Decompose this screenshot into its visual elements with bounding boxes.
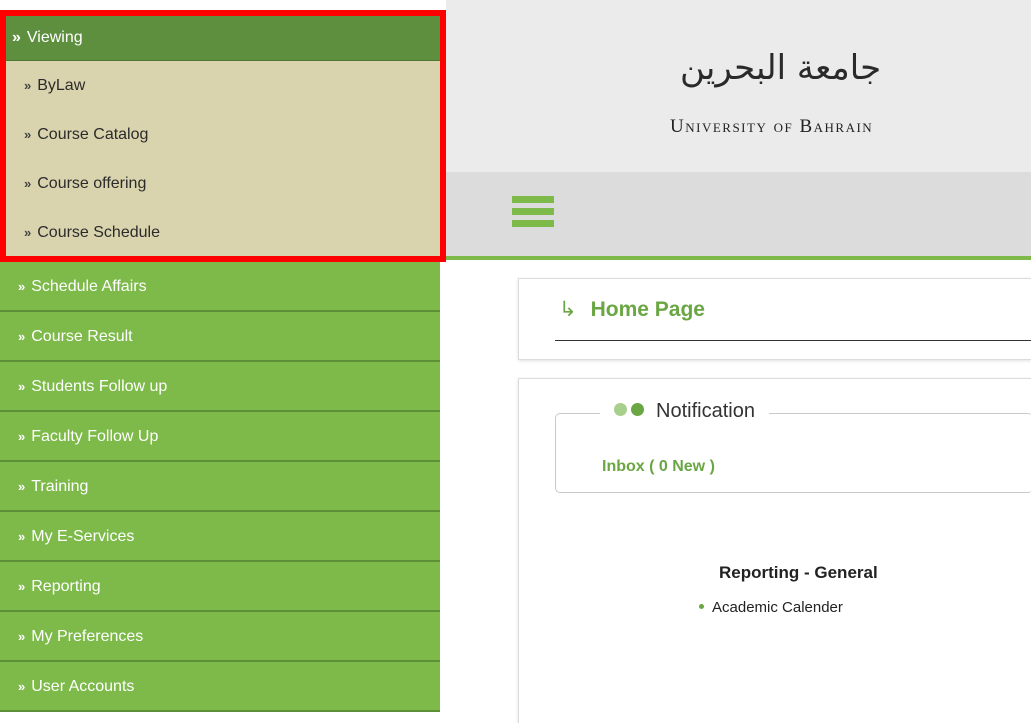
menu-item-viewing[interactable]: » Viewing [6,16,440,61]
university-logo-english[interactable]: University of Bahrain [670,116,873,138]
menu-item-schedule-affairs[interactable]: » Schedule Affairs [0,262,440,312]
dot-light-icon [614,403,627,416]
submenu-item-label: Course Catalog [37,126,149,143]
double-chevron-icon: » [24,127,32,142]
double-chevron-icon: » [18,429,26,444]
double-chevron-icon: » [18,279,26,294]
double-chevron-icon: » [18,379,26,394]
dot-dark-icon [631,403,644,416]
menu-item-label: My Preferences [31,628,144,645]
submenu-item-label: Course Schedule [37,224,160,241]
double-chevron-icon: » [24,176,32,191]
submenu-item-course-schedule[interactable]: » Course Schedule [6,208,440,257]
return-arrow-icon: ↳ [559,298,577,321]
menu-item-label: Reporting [31,578,101,595]
menu-item-training[interactable]: » Training [0,462,440,512]
home-page-panel: ↳ Home Page [518,278,1031,360]
menu-item-user-accounts[interactable]: » User Accounts [0,662,440,712]
double-chevron-icon: » [18,629,26,644]
top-navbar [446,172,1031,260]
menu-item-label: Training [31,478,89,495]
page-title-label: Home Page [590,298,705,321]
report-link-academic-calender[interactable]: Academic Calender [699,599,843,616]
double-chevron-icon: » [18,679,26,694]
menu-item-faculty-follow-up[interactable]: » Faculty Follow Up [0,412,440,462]
main-menu: » Schedule Affairs » Course Result » Studen… [0,262,440,712]
submenu-item-label: Course offering [37,175,147,192]
notification-legend: Notification [600,400,769,423]
viewing-menu-group: » Viewing » ByLaw » Course Catalog » Course … [0,10,446,262]
double-chevron-icon: » [18,529,26,544]
submenu-item-label: ByLaw [37,77,86,94]
double-chevron-icon: » [24,225,32,240]
double-chevron-icon: » [18,479,26,494]
menu-item-label: Course Result [31,328,133,345]
reporting-section-title: Reporting - General [719,563,878,582]
menu-item-label: Faculty Follow Up [31,428,159,445]
menu-item-label: User Accounts [31,678,135,695]
menu-item-my-e-services[interactable]: » My E-Services [0,512,440,562]
menu-item-reporting[interactable]: » Reporting [0,562,440,612]
menu-item-students-follow-up[interactable]: » Students Follow up [0,362,440,412]
menu-item-course-result[interactable]: » Course Result [0,312,440,362]
sidebar: » Viewing » ByLaw » Course Catalog » Course … [0,0,446,723]
main-content-panel: Notification Inbox ( 0 New ) Reporting -… [518,378,1031,723]
hamburger-menu-icon[interactable] [512,196,554,232]
menu-item-my-preferences[interactable]: » My Preferences [0,612,440,662]
submenu-item-course-catalog[interactable]: » Course Catalog [6,110,440,159]
double-chevron-icon: » [24,78,32,93]
submenu-item-course-offering[interactable]: » Course offering [6,159,440,208]
double-chevron-icon: » [18,329,26,344]
menu-item-label: Viewing [26,29,83,46]
menu-item-label: Schedule Affairs [31,278,147,295]
report-link-label: Academic Calender [712,599,843,616]
bullet-icon [699,604,704,609]
submenu-item-bylaw[interactable]: » ByLaw [6,61,440,110]
notification-box: Notification Inbox ( 0 New ) [555,400,1031,493]
double-chevron-icon: » [18,579,26,594]
menu-item-label: My E-Services [31,528,135,545]
university-logo-arabic[interactable]: جامعة البحرين [680,48,881,88]
page-title: ↳ Home Page [559,297,705,322]
double-chevron-icon: » [12,29,21,46]
title-divider [555,340,1031,341]
page-header: جامعة البحرين University of Bahrain [446,0,1031,172]
inbox-link[interactable]: Inbox ( 0 New ) [602,458,715,476]
notification-title: Notification [656,400,755,422]
menu-item-label: Students Follow up [31,378,168,395]
